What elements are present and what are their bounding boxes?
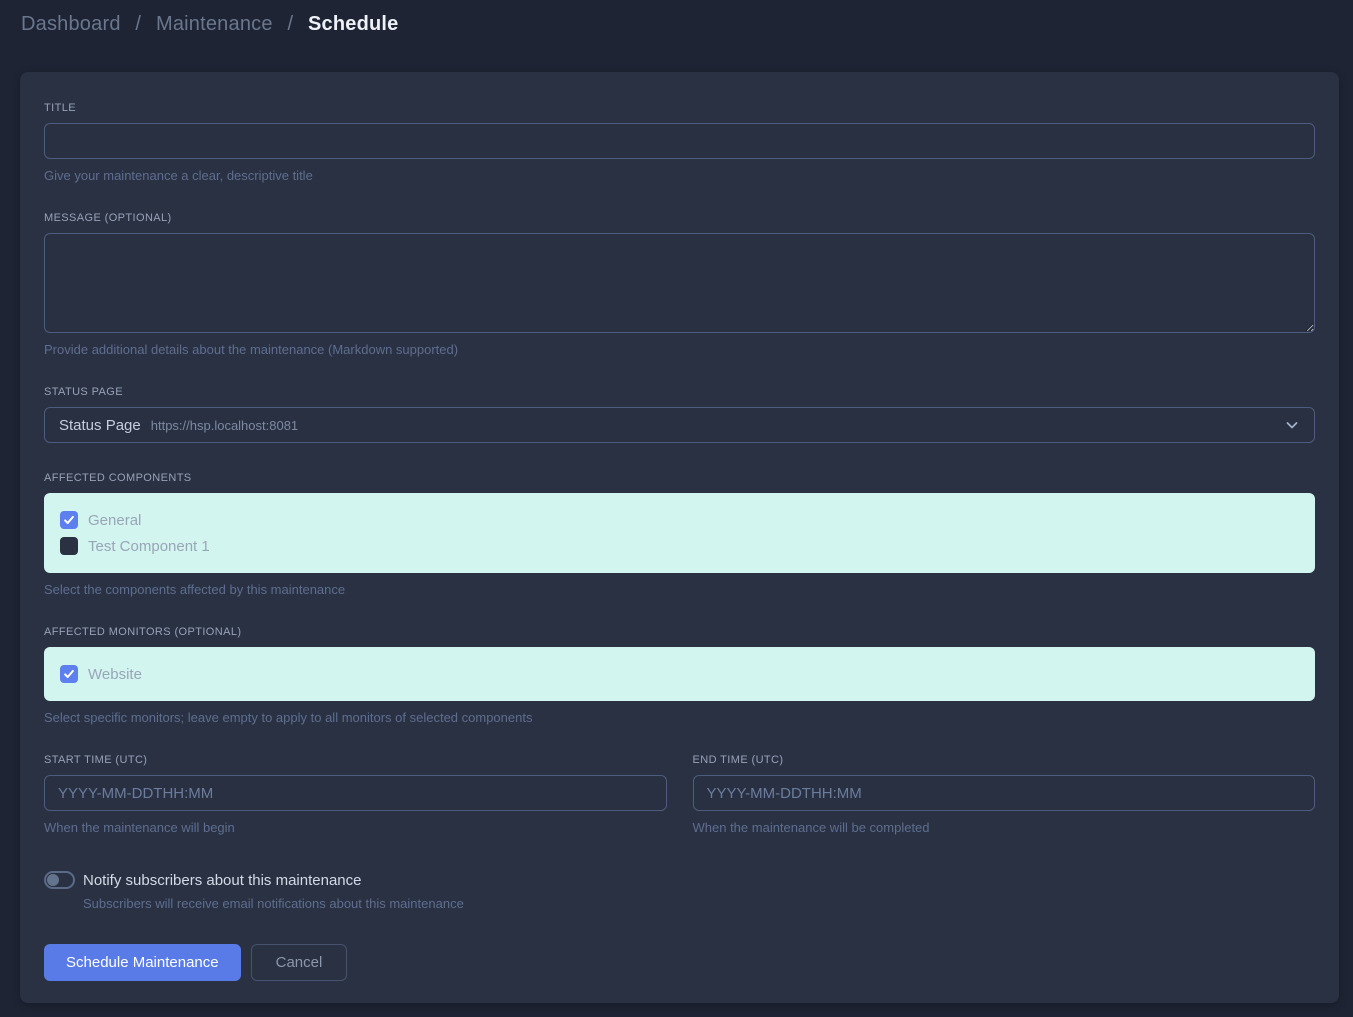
breadcrumb-current-schedule: Schedule [308, 13, 399, 35]
notify-hint: Subscribers will receive email notificat… [83, 896, 1315, 911]
component-option-label: Test Component 1 [88, 538, 210, 555]
message-hint: Provide additional details about the mai… [44, 342, 1315, 357]
checkbox-test-component-1[interactable] [60, 537, 78, 555]
notify-toggle-row: Notify subscribers about this maintenanc… [44, 871, 1315, 889]
affected-components-hint: Select the components affected by this m… [44, 582, 1315, 597]
end-time-label: END TIME (UTC) [693, 754, 1316, 766]
start-time-hint: When the maintenance will begin [44, 820, 667, 835]
affected-components-field: AFFECTED COMPONENTS General Test Compone… [44, 472, 1315, 597]
component-option-label: General [88, 512, 141, 529]
affected-components-label: AFFECTED COMPONENTS [44, 472, 1315, 484]
affected-monitors-hint: Select specific monitors; leave empty to… [44, 710, 1315, 725]
message-label: MESSAGE (OPTIONAL) [44, 212, 1315, 224]
notify-section: Notify subscribers about this maintenanc… [44, 871, 1315, 911]
start-time-field: START TIME (UTC) When the maintenance wi… [44, 754, 667, 835]
status-page-selected-name: Status Page [59, 417, 141, 434]
component-option-test-component-1[interactable]: Test Component 1 [60, 533, 1299, 559]
breadcrumb-dashboard[interactable]: Dashboard [21, 13, 121, 35]
end-time-field: END TIME (UTC) When the maintenance will… [693, 754, 1316, 835]
notify-subscribers-toggle[interactable] [44, 871, 75, 889]
affected-monitors-list: Website [44, 647, 1315, 701]
check-icon [63, 514, 75, 526]
notify-toggle-label: Notify subscribers about this maintenanc… [83, 872, 361, 889]
title-field: TITLE Give your maintenance a clear, des… [44, 102, 1315, 183]
message-textarea[interactable] [44, 233, 1315, 333]
monitor-option-website[interactable]: Website [60, 661, 1299, 687]
status-page-field: STATUS PAGE Status Page https://hsp.loca… [44, 386, 1315, 443]
status-page-label: STATUS PAGE [44, 386, 1315, 398]
title-hint: Give your maintenance a clear, descripti… [44, 168, 1315, 183]
time-fields: START TIME (UTC) When the maintenance wi… [44, 754, 1315, 835]
checkbox-general[interactable] [60, 511, 78, 529]
affected-monitors-label: AFFECTED MONITORS (OPTIONAL) [44, 626, 1315, 638]
toggle-knob [47, 874, 59, 886]
cancel-button[interactable]: Cancel [251, 944, 348, 981]
breadcrumb-separator: / [135, 13, 141, 35]
title-input[interactable] [44, 123, 1315, 159]
schedule-maintenance-form-panel: TITLE Give your maintenance a clear, des… [20, 72, 1339, 1003]
top-header: Dashboard / Maintenance / Schedule [0, 0, 1353, 48]
start-time-input[interactable] [44, 775, 667, 811]
message-field: MESSAGE (OPTIONAL) Provide additional de… [44, 212, 1315, 357]
start-time-label: START TIME (UTC) [44, 754, 667, 766]
component-option-general[interactable]: General [60, 507, 1299, 533]
status-page-selected-url: https://hsp.localhost:8081 [151, 418, 298, 433]
chevron-down-icon [1284, 417, 1300, 433]
monitor-option-label: Website [88, 666, 142, 683]
end-time-hint: When the maintenance will be completed [693, 820, 1316, 835]
end-time-input[interactable] [693, 775, 1316, 811]
breadcrumb: Dashboard / Maintenance / Schedule [21, 13, 399, 36]
check-icon [63, 668, 75, 680]
breadcrumb-maintenance[interactable]: Maintenance [156, 13, 273, 35]
status-page-select[interactable]: Status Page https://hsp.localhost:8081 [44, 407, 1315, 443]
title-label: TITLE [44, 102, 1315, 114]
affected-monitors-field: AFFECTED MONITORS (OPTIONAL) Website Sel… [44, 626, 1315, 725]
schedule-maintenance-button[interactable]: Schedule Maintenance [44, 944, 241, 981]
breadcrumb-separator: / [287, 13, 293, 35]
checkbox-website[interactable] [60, 665, 78, 683]
affected-components-list: General Test Component 1 [44, 493, 1315, 573]
form-actions: Schedule Maintenance Cancel [44, 944, 1315, 981]
